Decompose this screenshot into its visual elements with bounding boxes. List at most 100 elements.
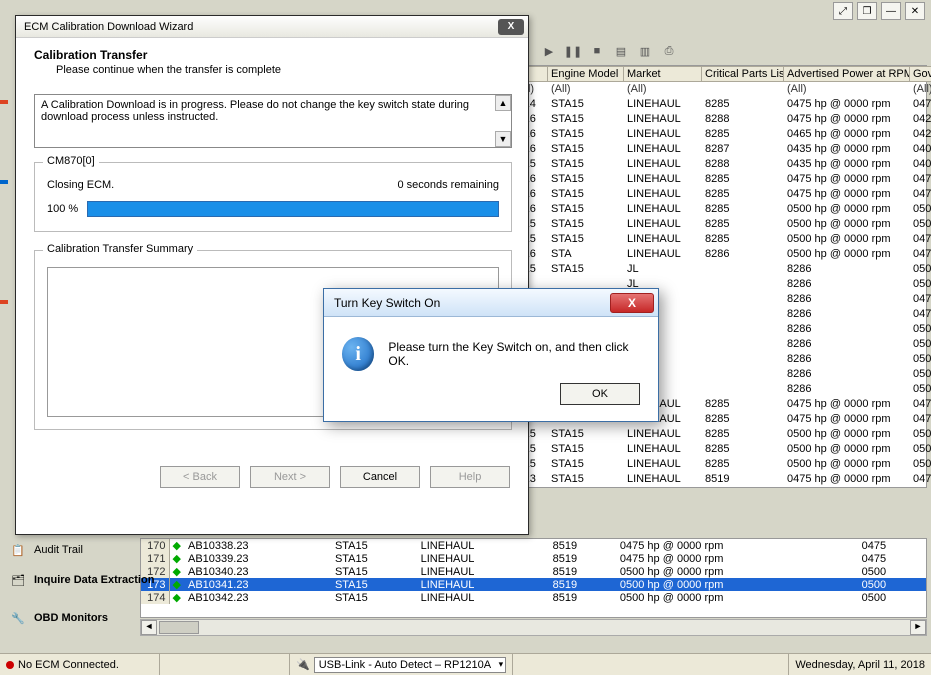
- progress-status: Closing ECM.: [47, 179, 114, 191]
- progress-bar: [87, 201, 499, 217]
- column-header[interactable]: Advertised Power at RPM: [784, 67, 910, 82]
- doc-icon[interactable]: ▤: [612, 42, 630, 60]
- ecm-status: No ECM Connected.: [18, 659, 119, 671]
- wizard-close-icon[interactable]: X: [498, 19, 524, 35]
- sidebar-label: Inquire Data Extraction: [34, 574, 154, 586]
- scroll-down-icon[interactable]: ▼: [495, 131, 511, 147]
- progress-remaining: 0 seconds remaining: [397, 179, 499, 191]
- progress-bar-row: 100 %: [47, 201, 499, 217]
- table-row[interactable]: 5.15STA15LINEHAUL82850500 hp @ 0000 rpm0…: [512, 457, 931, 472]
- table-row[interactable]: 5.15STA15LINEHAUL82850500 hp @ 0000 rpm0…: [512, 217, 931, 232]
- row-status-icon: ◆: [169, 565, 185, 578]
- column-header[interactable]: Critical Parts List: [702, 67, 784, 82]
- obd-icon: 🔧: [8, 608, 28, 628]
- wizard-heading: Calibration Transfer: [34, 48, 512, 62]
- table-row[interactable]: 6.16STA15LINEHAUL82850465 hp @ 0000 rpm0…: [512, 127, 931, 142]
- sidebar-item-obd[interactable]: 🔧 OBD Monitors: [8, 608, 108, 628]
- pause-icon[interactable]: ❚❚: [564, 42, 582, 60]
- sidebar-item-inquire[interactable]: 🗂 Inquire Data Extraction: [8, 570, 154, 590]
- list-item[interactable]: 174◆AB10342.23STA15LINEHAUL85190500 hp @…: [141, 591, 926, 604]
- wizard-titlebar[interactable]: ECM Calibration Download Wizard X: [16, 16, 528, 38]
- audit-icon: 📋: [8, 540, 28, 560]
- expand-icon[interactable]: ⤢: [833, 2, 853, 20]
- wizard-title: ECM Calibration Download Wizard: [24, 21, 193, 33]
- progress-group-label: CM870[0]: [43, 155, 99, 167]
- column-header[interactable]: Gover: [910, 67, 931, 82]
- wizard-subtext: Please continue when the transfer is com…: [56, 64, 512, 76]
- dialog-close-icon[interactable]: X: [610, 293, 654, 313]
- minimize-icon[interactable]: —: [881, 2, 901, 20]
- row-status-icon: ◆: [169, 552, 185, 565]
- cancel-button[interactable]: Cancel: [340, 466, 420, 488]
- column-header[interactable]: Engine Model: [548, 67, 624, 82]
- list-item[interactable]: 171◆AB10339.23STA15LINEHAUL85190475 hp @…: [141, 552, 926, 565]
- table-row[interactable]: 0.16STA15LINEHAUL82850475 hp @ 0000 rpm0…: [512, 172, 931, 187]
- wizard-window: ECM Calibration Download Wizard X Calibr…: [15, 15, 529, 535]
- row-status-icon: ◆: [169, 578, 185, 591]
- wizard-message-box: A Calibration Download is in progress. P…: [34, 94, 512, 148]
- stop-icon[interactable]: ■: [588, 42, 606, 60]
- list-item[interactable]: 173◆AB10341.23STA15LINEHAUL85190500 hp @…: [141, 578, 926, 591]
- table-row[interactable]: 2.16STALINEHAUL82860500 hp @ 0000 rpm047…: [512, 247, 931, 262]
- progress-percent: 100 %: [47, 203, 81, 215]
- scroll-left-icon[interactable]: ◄: [141, 620, 157, 635]
- table-row[interactable]: 4.15STA15JL82860500 hp @ 0000 rpm0500: [512, 262, 931, 277]
- table-row[interactable]: 7.16STA15LINEHAUL82870435 hp @ 0000 rpm0…: [512, 142, 931, 157]
- progress-group: CM870[0] Closing ECM. 0 seconds remainin…: [34, 162, 512, 232]
- window-controls: ⤢ ❐ — ✕: [833, 0, 931, 22]
- table-row[interactable]: 2.15STA15LINEHAUL82850500 hp @ 0000 rpm0…: [512, 427, 931, 442]
- adapter-dropdown[interactable]: USB-Link - Auto Detect – RP1210A: [314, 657, 506, 673]
- list-item[interactable]: 170◆AB10338.23STA15LINEHAUL85190475 hp @…: [141, 539, 926, 552]
- filter-cell[interactable]: (All): [784, 82, 910, 97]
- help-button[interactable]: Help: [430, 466, 510, 488]
- sidebar-item-audit[interactable]: 📋 Audit Trail: [8, 540, 83, 560]
- sidebar-label: Audit Trail: [34, 544, 83, 556]
- table-row[interactable]: 4.14STA15LINEHAUL82850475 hp @ 0000 rpm0…: [512, 97, 931, 112]
- play-icon[interactable]: ▶: [540, 42, 558, 60]
- marker-bar: [0, 300, 8, 304]
- inquire-icon: 🗂: [8, 570, 28, 590]
- back-button[interactable]: < Back: [160, 466, 240, 488]
- next-button[interactable]: Next >: [250, 466, 330, 488]
- table-row[interactable]: 4.16STA15LINEHAUL82850500 hp @ 0000 rpm0…: [512, 202, 931, 217]
- status-bar: No ECM Connected. 🔌 USB-Link - Auto Dete…: [0, 653, 931, 675]
- dialog-titlebar[interactable]: Turn Key Switch On X: [324, 289, 658, 317]
- status-date: Wednesday, April 11, 2018: [795, 659, 925, 671]
- wizard-buttons: < Back Next > Cancel Help: [16, 466, 528, 488]
- list-hscroll[interactable]: ◄ ►: [140, 619, 927, 636]
- info-icon: i: [342, 337, 374, 371]
- print-icon[interactable]: ⎙: [660, 42, 678, 60]
- column-header[interactable]: Market: [624, 67, 702, 82]
- table-row[interactable]: 5.15STA15LINEHAUL82850500 hp @ 0000 rpm0…: [512, 442, 931, 457]
- scroll-up-icon[interactable]: ▲: [495, 95, 511, 111]
- ok-button[interactable]: OK: [560, 383, 640, 405]
- restore-icon[interactable]: ❐: [857, 2, 877, 20]
- adapter-icon: 🔌: [296, 658, 310, 671]
- scroll-thumb[interactable]: [159, 621, 199, 634]
- filter-cell[interactable]: (All): [548, 82, 624, 97]
- scroll-right-icon[interactable]: ►: [910, 620, 926, 635]
- calibration-list[interactable]: 170◆AB10338.23STA15LINEHAUL85190475 hp @…: [140, 538, 927, 618]
- table-row[interactable]: 7.23STA15LINEHAUL85190475 hp @ 0000 rpm0…: [512, 472, 931, 487]
- table-row[interactable]: 0.15STA15LINEHAUL82850500 hp @ 0000 rpm0…: [512, 232, 931, 247]
- calibration-grid[interactable]: deEngine ModelMarketCritical Parts ListA…: [510, 65, 927, 488]
- filter-cell[interactable]: (All): [910, 82, 931, 97]
- marker-bar: [0, 180, 8, 184]
- marker-bar: [0, 100, 8, 104]
- dialog-message: Please turn the Key Switch on, and then …: [388, 340, 640, 368]
- close-icon[interactable]: ✕: [905, 2, 925, 20]
- dialog-title: Turn Key Switch On: [334, 296, 440, 310]
- summary-label: Calibration Transfer Summary: [43, 243, 197, 255]
- filter-cell[interactable]: (All): [624, 82, 702, 97]
- table-row[interactable]: 8.15STA15LINEHAUL82880435 hp @ 0000 rpm0…: [512, 157, 931, 172]
- status-dot-icon: [6, 661, 14, 669]
- filter-cell[interactable]: [702, 82, 784, 97]
- row-status-icon: ◆: [169, 591, 185, 604]
- sidebar-label: OBD Monitors: [34, 612, 108, 624]
- row-status-icon: ◆: [169, 539, 185, 552]
- list-item[interactable]: 172◆AB10340.23STA15LINEHAUL85190500 hp @…: [141, 565, 926, 578]
- key-switch-dialog: Turn Key Switch On X i Please turn the K…: [323, 288, 659, 422]
- table-row[interactable]: 2.16STA15LINEHAUL82850475 hp @ 0000 rpm0…: [512, 187, 931, 202]
- table-row[interactable]: 5.16STA15LINEHAUL82880475 hp @ 0000 rpm0…: [512, 112, 931, 127]
- doc2-icon[interactable]: ▥: [636, 42, 654, 60]
